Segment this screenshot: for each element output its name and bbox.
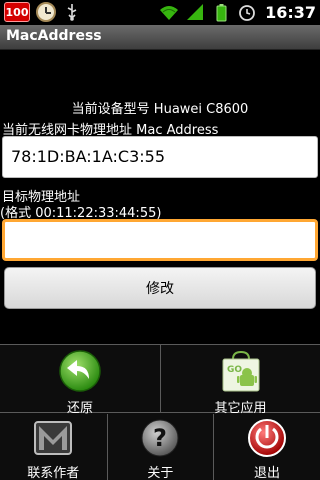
menu-item-restore[interactable]: 还原: [0, 345, 160, 416]
menu-item-exit[interactable]: 退出: [213, 414, 320, 480]
battery-icon: 100: [4, 2, 30, 22]
menu-item-contact-author[interactable]: 联系作者: [0, 414, 107, 480]
menu-item-other-apps[interactable]: GO 其它应用: [160, 345, 320, 416]
svg-text:GO: GO: [227, 365, 242, 375]
battery-status-icon: [216, 4, 227, 22]
current-mac-field[interactable]: 78:1D:BA:1A:C3:55: [2, 136, 318, 178]
signal-icon: [187, 4, 204, 20]
menu-label-contact-author: 联系作者: [27, 466, 80, 480]
status-bar: 100 16:37: [0, 0, 320, 25]
help-icon: ?: [139, 418, 181, 458]
status-time: 16:37: [265, 2, 316, 22]
mail-icon: [32, 418, 74, 458]
menu-item-about[interactable]: ? 关于: [106, 414, 214, 480]
alarm-icon: [239, 5, 255, 21]
target-mac-input[interactable]: [2, 219, 318, 261]
app-title-bar: MacAddress: [0, 25, 320, 50]
options-menu: 还原 GO 其它应用 联系作者 ? 关于 退出: [0, 344, 320, 480]
usb-icon: [67, 4, 77, 21]
market-icon: GO: [218, 349, 264, 393]
exit-icon: [246, 418, 288, 458]
wifi-icon: [160, 6, 179, 20]
clock-icon: [36, 2, 56, 22]
app-title: MacAddress: [6, 28, 102, 44]
menu-label-about: 关于: [147, 466, 174, 480]
svg-text:?: ?: [153, 424, 167, 452]
menu-label-exit: 退出: [253, 466, 280, 480]
device-model-text: 当前设备型号 Huawei C8600: [71, 102, 249, 117]
restore-icon: [57, 349, 103, 393]
modify-button[interactable]: 修改: [4, 267, 316, 309]
